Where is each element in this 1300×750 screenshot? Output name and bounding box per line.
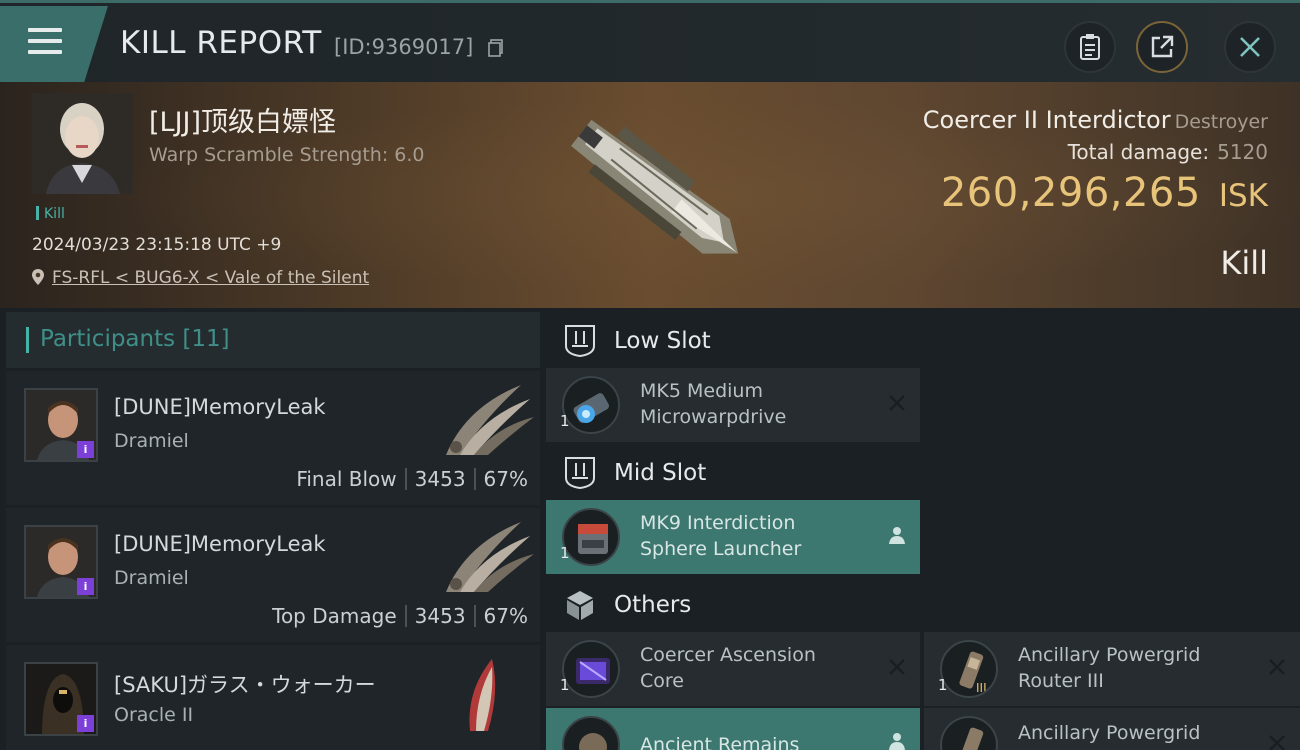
share-icon xyxy=(1151,35,1174,58)
participant-ship: Dramiel xyxy=(114,430,189,452)
alliance-badge-icon: i xyxy=(77,441,94,458)
interdiction-launcher-icon xyxy=(562,508,620,566)
participant-damage: 3453 xyxy=(414,604,466,628)
share-button[interactable] xyxy=(1136,21,1188,73)
warp-scramble-strength: Warp Scramble Strength: 6.0 xyxy=(149,144,425,166)
ship-class: Destroyer xyxy=(1174,111,1268,133)
destroyed-x-icon xyxy=(889,395,905,411)
kill-result: Kill xyxy=(1220,244,1268,282)
fitting-item-others-0[interactable]: 1 Coercer Ascension Core xyxy=(546,632,920,706)
total-damage: Total damage: 5120 xyxy=(1067,140,1268,164)
location-pin-icon xyxy=(32,269,44,285)
participant-name: [SAKU]ガラス・ウォーカー xyxy=(114,673,376,697)
mid-slot-header: Mid Slot xyxy=(544,446,924,500)
clipboard-button[interactable] xyxy=(1064,21,1116,73)
item-name: Ancillary Powergrid Router III xyxy=(1018,644,1201,692)
mid-slot-icon xyxy=(565,457,595,490)
item-name: Coercer Ascension Core xyxy=(640,644,816,692)
isk-unit: ISK xyxy=(1218,178,1268,214)
participant-ship: Oracle II xyxy=(114,704,194,726)
victim-name: [LJJ]顶级白嫖怪 xyxy=(149,107,337,138)
participant-avatar[interactable]: i xyxy=(24,662,98,736)
participant-damage: 3453 xyxy=(414,467,466,491)
participant-ship-image xyxy=(446,522,534,592)
participant-ship-image xyxy=(469,659,496,731)
cube-icon xyxy=(567,591,593,620)
kill-location[interactable]: FS-RFL < BUG6-X < Vale of the Silent xyxy=(32,268,369,288)
participant-damage-percent: 67% xyxy=(483,467,528,491)
participant-row[interactable]: i [SAKU]ガラス・ウォーカー Oracle II xyxy=(6,645,540,750)
location-link[interactable]: FS-RFL < BUG6-X < Vale of the Silent xyxy=(52,268,369,288)
victim-ship-image xyxy=(571,119,739,254)
powergrid-router-icon xyxy=(940,716,998,750)
destroyed-x-icon xyxy=(889,659,905,675)
fitting-item-others-2[interactable]: Ancient Remains xyxy=(546,708,920,750)
item-quantity: 1 xyxy=(560,676,570,694)
participant-name: [DUNE]MemoryLeak xyxy=(114,532,326,556)
victim-ship-name[interactable]: Coercer II Interdictor Destroyer xyxy=(923,106,1268,134)
copy-icon[interactable] xyxy=(488,39,504,57)
participants-count: [11] xyxy=(182,326,230,352)
participant-stats: Top Damage 3453 67% xyxy=(272,604,528,628)
item-name: MK5 Medium Microwarpdrive xyxy=(640,380,787,428)
destroyed-x-icon xyxy=(1269,735,1285,750)
item-quantity: 1 xyxy=(938,676,948,694)
page-title: KILL REPORT xyxy=(120,25,322,61)
item-name: MK9 Interdiction Sphere Launcher xyxy=(640,512,802,560)
isk-value: 260,296,265 ISK xyxy=(941,170,1268,216)
others-header: Others xyxy=(544,578,924,632)
menu-icon xyxy=(28,28,62,32)
fitting-item-mid-0[interactable]: 1 MK9 Interdiction Sphere Launcher xyxy=(546,500,920,574)
others-label: Others xyxy=(614,592,692,618)
item-name: Ancient Remains xyxy=(640,734,800,750)
item-quantity: 1 xyxy=(560,412,570,430)
participant-damage-percent: 67% xyxy=(483,604,528,628)
participant-row[interactable]: i [DUNE]MemoryLeak Dramiel Final Blow 345… xyxy=(6,371,540,505)
header-bar: KILL REPORT [ID:9369017] xyxy=(0,0,1300,82)
participant-name: [DUNE]MemoryLeak xyxy=(114,395,326,419)
alliance-badge-icon: i xyxy=(77,578,94,595)
participant-ship: Dramiel xyxy=(114,567,189,589)
kill-tag: Kill xyxy=(36,206,65,222)
ancient-remains-icon xyxy=(562,716,620,750)
dropped-person-icon xyxy=(889,733,905,750)
participant-role: Top Damage xyxy=(272,604,397,628)
kill-summary-banner: [LJJ]顶级白嫖怪 Warp Scramble Strength: 6.0 K… xyxy=(0,82,1300,308)
report-id: [ID:9369017] xyxy=(334,35,474,59)
kill-datetime: 2024/03/23 23:15:18 UTC +9 xyxy=(32,235,282,255)
participants-label: Participants xyxy=(40,326,176,352)
item-name: Ancillary Powergrid xyxy=(1018,722,1201,744)
clipboard-icon xyxy=(1080,34,1100,60)
powergrid-router-icon: III xyxy=(940,640,998,698)
mid-slot-label: Mid Slot xyxy=(614,460,707,486)
fitting-item-others-1[interactable]: III 1 Ancillary Powergrid Router III xyxy=(924,632,1300,706)
ascension-core-icon xyxy=(562,640,620,698)
dropped-person-icon xyxy=(889,527,905,544)
fitting-item-others-3[interactable]: Ancillary Powergrid xyxy=(924,708,1300,750)
isk-amount: 260,296,265 xyxy=(940,170,1201,216)
close-button[interactable] xyxy=(1224,21,1276,73)
low-slot-icon xyxy=(565,325,595,358)
victim-avatar[interactable] xyxy=(32,93,133,194)
item-quantity: 1 xyxy=(560,544,570,562)
participant-avatar[interactable]: i xyxy=(24,388,98,462)
participants-header: Participants [11] xyxy=(6,312,540,368)
participant-row[interactable]: i [DUNE]MemoryLeak Dramiel Top Damage 345… xyxy=(6,508,540,642)
destroyed-x-icon xyxy=(1269,659,1285,675)
total-damage-value: 5120 xyxy=(1217,140,1268,164)
fitting-item-low-0[interactable]: 1 MK5 Medium Microwarpdrive xyxy=(546,368,920,442)
low-slot-header: Low Slot xyxy=(544,314,924,368)
participants-panel: Participants [11] i [DUNE]MemoryLeak Dra… xyxy=(6,312,540,750)
low-slot-label: Low Slot xyxy=(614,328,711,354)
close-icon xyxy=(1240,37,1260,57)
svg-text:III: III xyxy=(976,681,987,695)
alliance-badge-icon: i xyxy=(77,715,94,732)
participant-ship-image xyxy=(446,385,534,455)
participant-role: Final Blow xyxy=(296,467,397,491)
menu-button[interactable] xyxy=(0,6,108,82)
participant-stats: Final Blow 3453 67% xyxy=(296,467,528,491)
participant-avatar[interactable]: i xyxy=(24,525,98,599)
microwarpdrive-icon xyxy=(562,376,620,434)
